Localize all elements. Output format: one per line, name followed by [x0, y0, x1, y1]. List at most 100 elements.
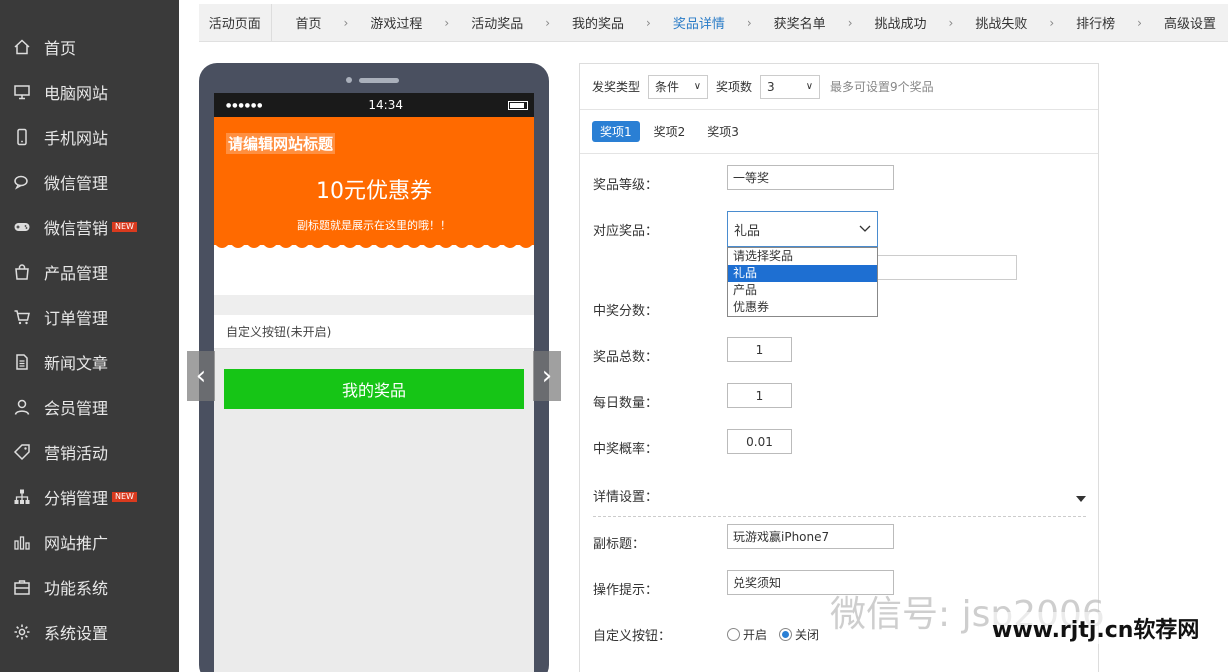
- radio-on[interactable]: [727, 628, 740, 641]
- probability-label: 中奖概率：: [593, 442, 659, 457]
- scallop-edge: [214, 237, 534, 248]
- my-prize-button[interactable]: 我的奖品: [224, 369, 524, 409]
- sidebar-item-5[interactable]: 产品管理: [0, 249, 179, 294]
- sidebar-item-label: 营销活动: [44, 443, 109, 463]
- chevron-right-icon: ›: [444, 15, 450, 30]
- bag-icon: [12, 262, 32, 282]
- sidebar-item-label: 手机网站: [44, 128, 109, 148]
- sidebar-item-label: 微信营销: [44, 218, 109, 238]
- chevron-down-icon: [859, 225, 871, 232]
- sidebar-item-label: 首页: [44, 38, 77, 58]
- status-time: 14:34: [368, 98, 403, 112]
- score-label: 中奖分数：: [593, 304, 659, 319]
- sidebar-item-6[interactable]: 订单管理: [0, 294, 179, 339]
- caret-down-icon[interactable]: [1076, 496, 1086, 502]
- prize-type-select[interactable]: 条件 ∨: [648, 74, 709, 99]
- prize-tab-2[interactable]: 奖项2: [646, 121, 694, 142]
- sidebar-item-7[interactable]: 新闻文章: [0, 339, 179, 384]
- sidebar-item-12[interactable]: 功能系统: [0, 564, 179, 609]
- chevron-right-icon: ›: [545, 15, 551, 30]
- sidebar-item-8[interactable]: 会员管理: [0, 384, 179, 429]
- site-title[interactable]: 请编辑网站标题: [226, 133, 336, 154]
- briefcase-icon: [12, 577, 32, 597]
- nav-activity-page[interactable]: 活动页面: [199, 4, 272, 41]
- level-input[interactable]: 一等奖: [727, 165, 894, 190]
- next-arrow-button[interactable]: ›: [533, 351, 561, 401]
- nav-item-2[interactable]: 活动奖品: [459, 13, 535, 32]
- total-input[interactable]: 1: [727, 337, 792, 362]
- bar-chart-icon: [12, 532, 32, 552]
- gear-icon: [12, 622, 32, 642]
- probability-input[interactable]: 0.01: [727, 429, 792, 454]
- radio-off[interactable]: [779, 628, 793, 641]
- prize-select[interactable]: 礼品: [727, 211, 878, 247]
- sidebar-item-1[interactable]: 电脑网站: [0, 69, 179, 114]
- dropdown-option[interactable]: 优惠券: [728, 299, 877, 316]
- nav-item-0[interactable]: 首页: [284, 13, 334, 32]
- subtitle-input[interactable]: 玩游戏赢iPhone7: [727, 524, 894, 549]
- custom-btn-label: 自定义按钮：: [593, 629, 672, 644]
- nav-item-6[interactable]: 挑战成功: [863, 13, 939, 32]
- nav-item-8[interactable]: 排行榜: [1064, 13, 1127, 32]
- prize-select-value: 礼品: [734, 223, 761, 239]
- sidebar-item-label: 订单管理: [44, 308, 109, 328]
- sidebar-item-label: 新闻文章: [44, 353, 109, 373]
- detail-label: 详情设置：: [593, 490, 659, 505]
- chevron-down-icon: ∨: [805, 81, 814, 92]
- document-icon: [12, 352, 32, 372]
- site-watermark: www.rjtj.cn软荐网: [992, 612, 1200, 644]
- prize-tab-3[interactable]: 奖项3: [699, 121, 747, 142]
- dropdown-option[interactable]: 请选择奖品: [728, 248, 877, 265]
- nav-item-9[interactable]: 高级设置: [1152, 13, 1228, 32]
- top-breadcrumb-nav: 活动页面 首页 › 游戏过程 › 活动奖品 › 我的奖品 › 奖品详情 › 获奖名单 › 挑战成功 › 挑战…: [199, 4, 1228, 42]
- sidebar-item-4[interactable]: 微信营销 NEW: [0, 204, 179, 249]
- chevron-right-icon: ›: [746, 15, 752, 30]
- subtitle-label: 副标题：: [593, 537, 646, 552]
- sidebar-item-11[interactable]: 网站推广: [0, 519, 179, 564]
- sidebar-item-label: 网站推广: [44, 533, 109, 553]
- mobile-icon: [12, 127, 32, 147]
- daily-input[interactable]: 1: [727, 383, 792, 408]
- sidebar-item-10[interactable]: 分销管理 NEW: [0, 474, 179, 519]
- tag-icon: [12, 442, 32, 462]
- nav-item-3[interactable]: 我的奖品: [560, 13, 636, 32]
- prize-count-hint: 最多可设置9个奖品: [830, 80, 934, 94]
- phone-status-bar: ●●●●●● 14:34: [214, 93, 534, 117]
- prize-dropdown-list: 请选择奖品 礼品 产品 优惠券: [727, 247, 878, 317]
- custom-btn-radio-group: 开启 关闭: [727, 626, 831, 643]
- sidebar-item-label: 分销管理: [44, 488, 109, 508]
- prize-label: 对应奖品：: [593, 224, 659, 239]
- sidebar-item-label: 微信管理: [44, 173, 109, 193]
- prize-settings-panel: 发奖类型 条件 ∨ 奖项数 3 ∨ 最多可设置9个奖品 奖项1 奖项2 奖项3 奖品…: [579, 63, 1099, 672]
- nav-item-4[interactable]: 奖品详情: [661, 13, 737, 32]
- new-badge: NEW: [112, 491, 137, 502]
- prize-count-label: 奖项数: [716, 80, 753, 94]
- sidebar-item-2[interactable]: 手机网站: [0, 114, 179, 159]
- phone-speaker: [359, 78, 399, 83]
- prize-count-select[interactable]: 3 ∨: [760, 74, 821, 99]
- nav-item-5[interactable]: 获奖名单: [762, 13, 838, 32]
- sidebar-item-label: 产品管理: [44, 263, 109, 283]
- radio-off-label: 关闭: [795, 628, 820, 642]
- dropdown-option[interactable]: 礼品: [728, 265, 877, 282]
- sidebar-item-0[interactable]: 首页: [0, 24, 179, 69]
- prev-arrow-button[interactable]: ‹: [187, 351, 215, 401]
- divider: [593, 516, 1086, 517]
- sidebar-item-3[interactable]: 微信管理: [0, 159, 179, 204]
- prize-extra-input[interactable]: [877, 255, 1017, 280]
- custom-button-row: 自定义按钮(未开启): [214, 315, 534, 349]
- nav-item-7[interactable]: 挑战失败: [963, 13, 1039, 32]
- prize-type-row: 发奖类型 条件 ∨ 奖项数 3 ∨ 最多可设置9个奖品: [580, 64, 1098, 110]
- sidebar-item-13[interactable]: 系统设置: [0, 609, 179, 654]
- chevron-right-icon: ›: [847, 15, 853, 30]
- sitemap-icon: [12, 487, 32, 507]
- prize-tab-1[interactable]: 奖项1: [592, 121, 640, 142]
- phone-screen: ●●●●●● 14:34 请编辑网站标题 10元优惠券 副标题就是展示在这里的哦…: [214, 93, 534, 672]
- gamepad-icon: [12, 217, 32, 237]
- nav-item-1[interactable]: 游戏过程: [358, 13, 434, 32]
- sidebar-item-label: 功能系统: [44, 578, 109, 598]
- promo-banner: 请编辑网站标题 10元优惠券 副标题就是展示在这里的哦！！: [214, 117, 534, 248]
- chevron-right-icon: ›: [1049, 15, 1055, 30]
- dropdown-option[interactable]: 产品: [728, 282, 877, 299]
- sidebar-item-9[interactable]: 营销活动: [0, 429, 179, 474]
